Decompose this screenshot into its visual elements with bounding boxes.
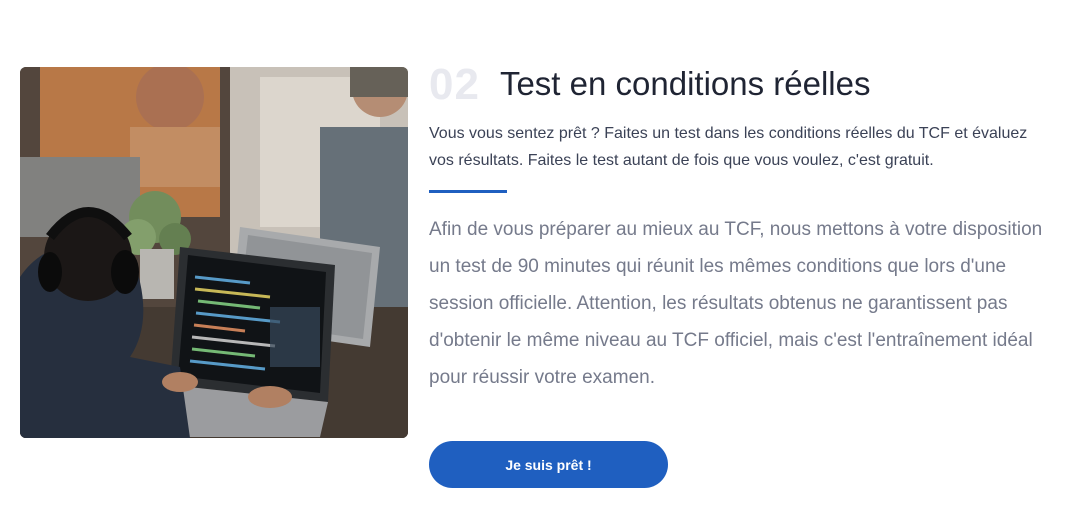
start-test-button[interactable]: Je suis prêt ! <box>429 441 668 488</box>
section-content: 02 Test en conditions réelles Vous vous … <box>429 60 1059 396</box>
section-illustration <box>20 67 408 438</box>
step-number: 02 <box>429 60 480 109</box>
section-heading: 02 Test en conditions réelles <box>429 60 1059 110</box>
intro-paragraph: Vous vous sentez prêt ? Faites un test d… <box>429 125 1028 169</box>
people-with-laptops-image <box>20 67 408 438</box>
accent-divider <box>429 190 507 193</box>
body-paragraph: Afin de vous préparer au mieux au TCF, n… <box>429 219 1043 388</box>
section-title: Test en conditions réelles <box>499 65 871 102</box>
